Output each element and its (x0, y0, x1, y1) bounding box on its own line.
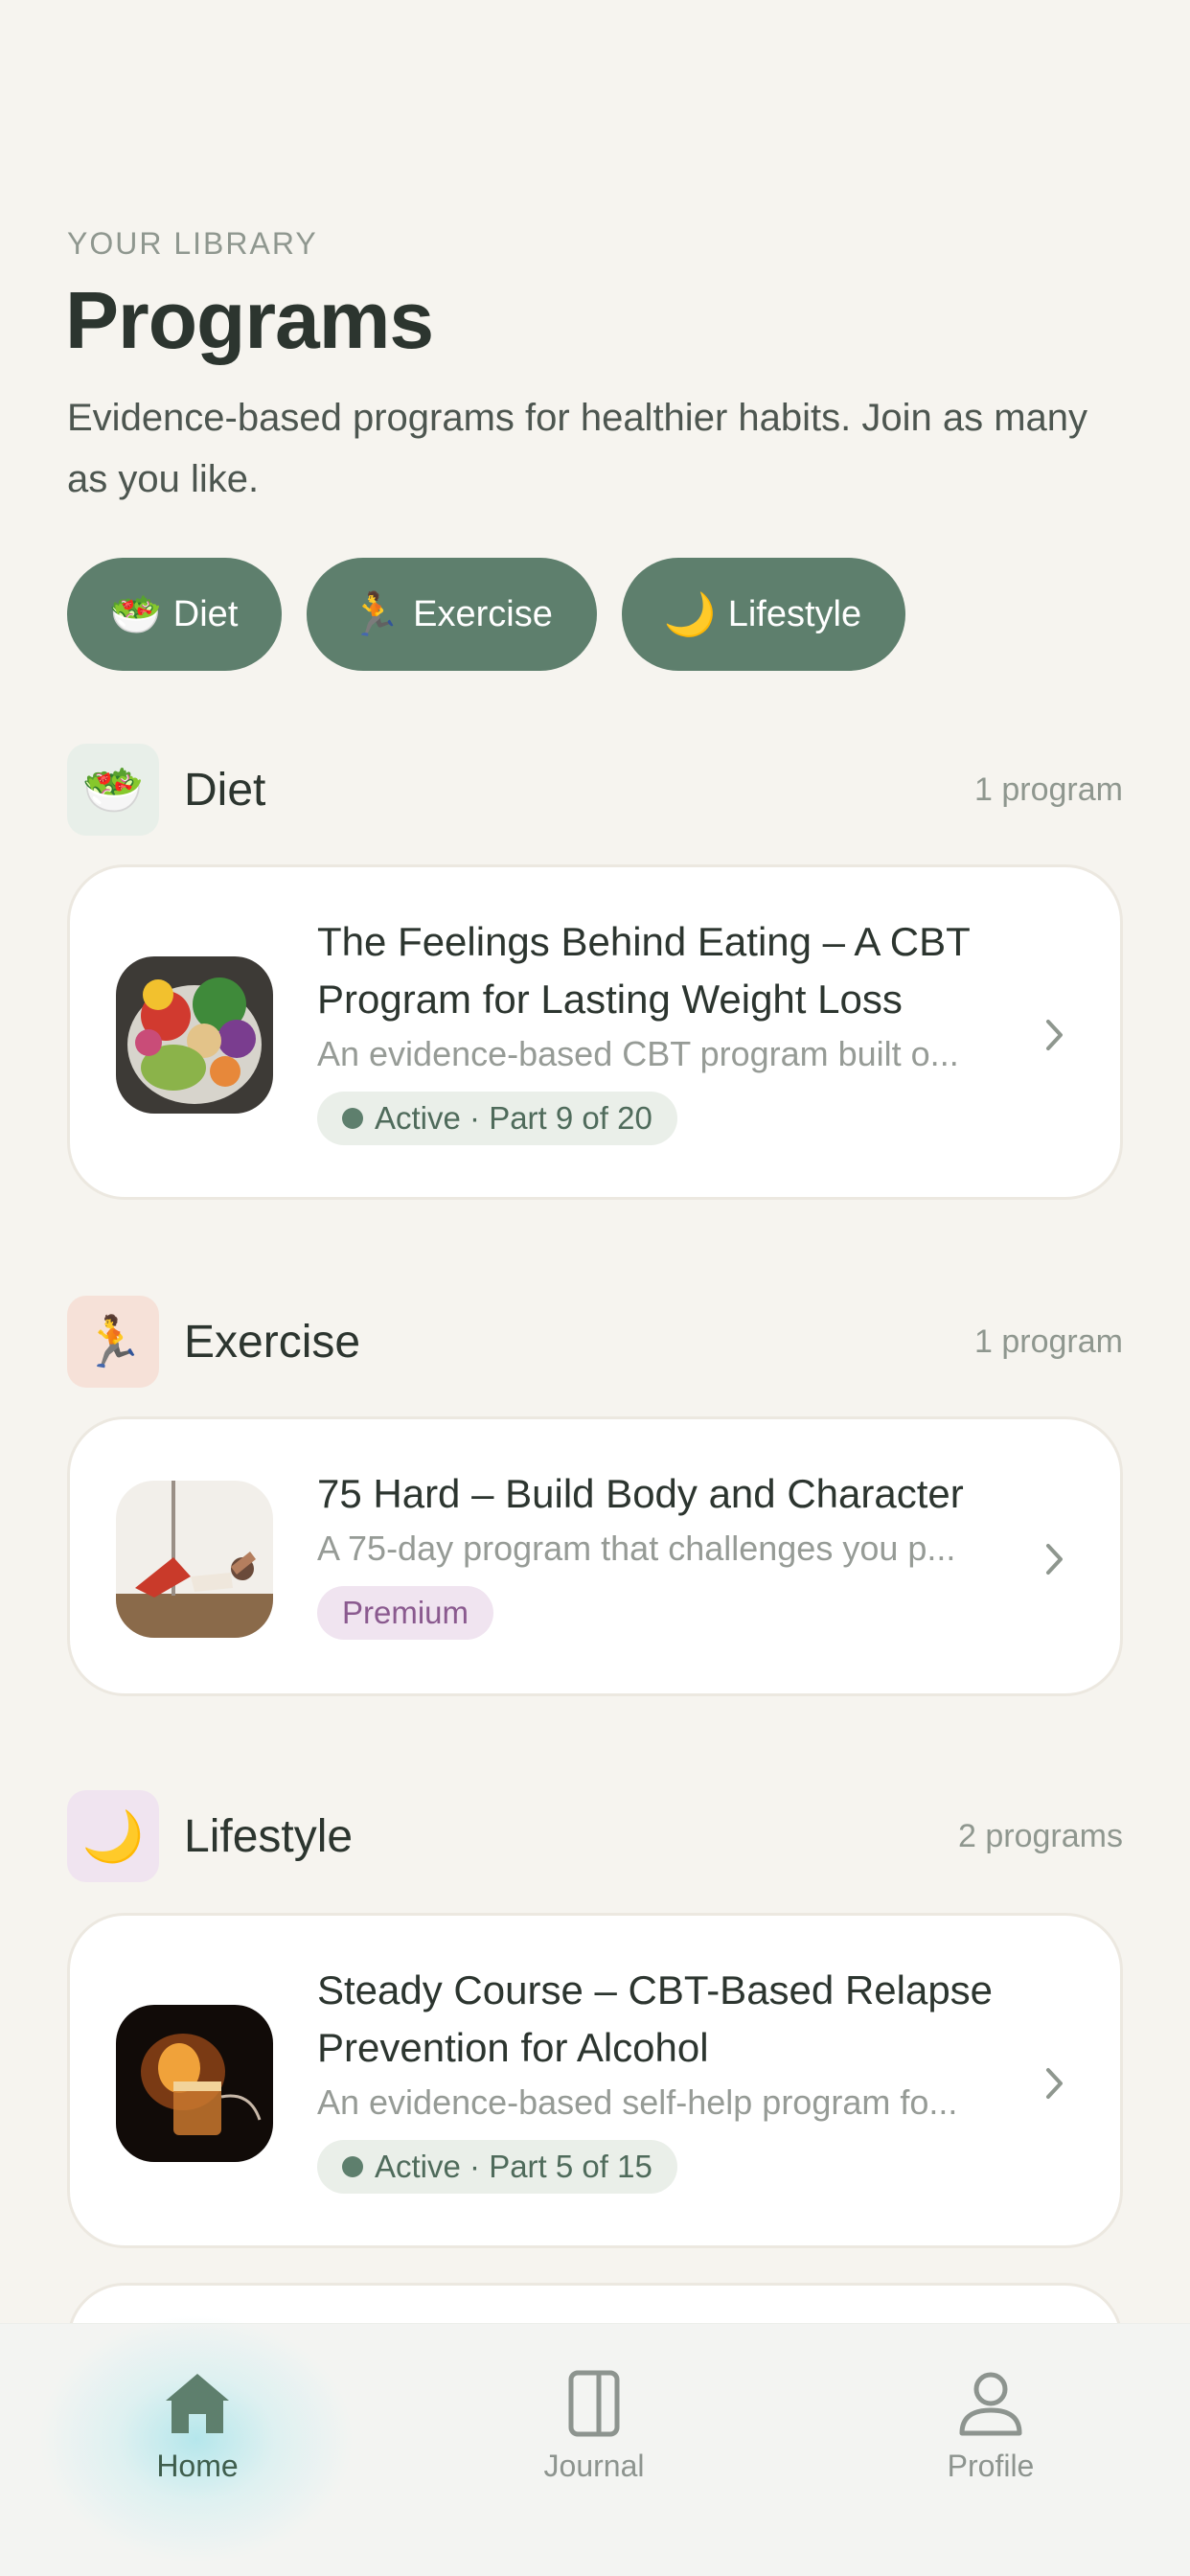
status-badge: Active · Part 9 of 20 (317, 1092, 677, 1145)
page-subtitle: Evidence-based programs for healthier ha… (67, 397, 1087, 500)
moon-icon: 🌙 (663, 591, 717, 638)
journal-icon (568, 2370, 620, 2437)
program-card-body: The Feelings Behind Eating – A CBT Progr… (317, 913, 1007, 1145)
active-dot-icon (342, 1108, 363, 1129)
nav-tab-journal[interactable]: Journal (469, 2370, 719, 2484)
filter-chip-lifestyle[interactable]: 🌙 Lifestyle (621, 558, 906, 671)
section-title: Exercise (184, 1316, 361, 1368)
filter-chip-exercise[interactable]: 🏃 Exercise (307, 558, 597, 671)
page-title: Programs (65, 275, 434, 365)
category-filter-chips: 🥗 Diet 🏃 Exercise 🌙 Lifestyle (67, 558, 906, 671)
section-title: Diet (184, 764, 266, 816)
premium-badge: Premium (317, 1586, 494, 1640)
program-thumbnail-salad (116, 956, 273, 1114)
programs-screen: YOUR LIBRARY Programs Evidence-based pro… (0, 0, 1190, 2576)
program-title: 75 Hard – Build Body and Character (317, 1471, 964, 1516)
program-thumbnail-workout (116, 1481, 273, 1638)
runner-icon: 🏃 (67, 1296, 159, 1388)
program-card-75-hard[interactable]: 75 Hard – Build Body and Character A 75-… (67, 1416, 1123, 1696)
filter-chip-label: Diet (172, 593, 239, 634)
filter-chip-label: Lifestyle (727, 593, 862, 634)
nav-tab-home[interactable]: Home (73, 2370, 322, 2484)
filter-chip-label: Exercise (413, 593, 553, 634)
nav-tab-label: Journal (543, 2449, 645, 2483)
bottom-nav-bar: Home Journal Profile (0, 2314, 1190, 2576)
program-card-steady-course[interactable]: Steady Course – CBT-Based Relapse Preven… (67, 1913, 1123, 2248)
nav-tab-profile[interactable]: Profile (866, 2370, 1115, 2484)
program-title: Steady Course – CBT-Based Relapse Preven… (317, 1967, 994, 2070)
section-program-count: 2 programs (958, 1817, 1123, 1854)
program-description: An evidence-based CBT program built o... (317, 1034, 959, 1073)
filter-chip-diet[interactable]: 🥗 Diet (67, 558, 283, 671)
section-header-diet: 🥗 Diet 1 program (67, 744, 1123, 836)
chevron-right-icon (1036, 1530, 1074, 1588)
program-card-feelings-behind-eating[interactable]: The Feelings Behind Eating – A CBT Progr… (67, 864, 1123, 1200)
home-icon (166, 2374, 229, 2433)
nav-tab-label: Home (156, 2449, 239, 2483)
program-card-body: Steady Course – CBT-Based Relapse Preven… (317, 1962, 1007, 2194)
profile-icon (959, 2372, 1022, 2436)
program-card-body: 75 Hard – Build Body and Character A 75-… (317, 1465, 1007, 1640)
salad-icon: 🥗 (109, 591, 162, 638)
section-header-exercise: 🏃 Exercise 1 program (67, 1296, 1123, 1388)
runner-icon: 🏃 (349, 591, 402, 638)
section-program-count: 1 program (974, 1322, 1123, 1360)
section-program-count: 1 program (974, 770, 1123, 808)
section-header-lifestyle: 🌙 Lifestyle 2 programs (67, 1790, 1123, 1882)
program-thumbnail-glass (116, 2005, 273, 2162)
program-description: An evidence-based self-help program fo..… (317, 2082, 958, 2122)
chevron-right-icon (1036, 1006, 1074, 1064)
program-title: The Feelings Behind Eating – A CBT Progr… (317, 919, 970, 1022)
status-badge-label: Active · Part 9 of 20 (375, 1100, 652, 1136)
status-badge: Active · Part 5 of 15 (317, 2140, 677, 2194)
moon-icon: 🌙 (67, 1790, 159, 1882)
chevron-right-icon (1036, 2055, 1074, 2112)
salad-icon: 🥗 (67, 744, 159, 836)
program-description: A 75-day program that challenges you p..… (317, 1529, 956, 1568)
status-badge-label: Active · Part 5 of 15 (375, 2149, 652, 2184)
active-dot-icon (342, 2156, 363, 2177)
nav-tab-label: Profile (947, 2449, 1035, 2483)
library-eyebrow: YOUR LIBRARY (67, 226, 318, 261)
section-title: Lifestyle (184, 1810, 354, 1862)
